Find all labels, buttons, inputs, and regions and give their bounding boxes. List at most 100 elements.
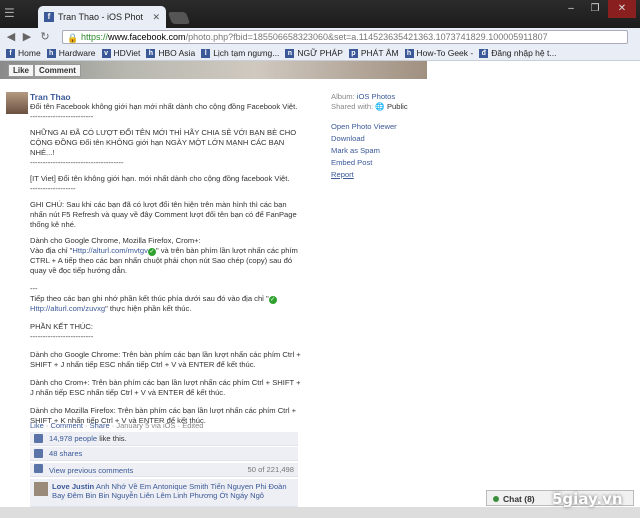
page-footer: [0, 507, 640, 518]
browser-tab[interactable]: f Tran Thao - iOS Phot ✕: [38, 6, 166, 28]
bookmark-label: Đăng nhập hệ t...: [491, 48, 557, 58]
post-author[interactable]: Tran Thao: [30, 92, 302, 102]
post-edited[interactable]: Edited: [182, 421, 203, 430]
tab-title: Tran Thao - iOS Phot: [58, 12, 144, 22]
browser-tabstrip: ☰ f Tran Thao - iOS Phot ✕ – ❐ ✕: [0, 0, 640, 28]
bookmark-icon: h: [46, 48, 56, 58]
sidebar-link[interactable]: Open Photo Viewer: [331, 122, 451, 132]
address-bar[interactable]: 🔒 https://www.facebook.com/photo.php?fbid…: [62, 30, 628, 44]
bookmark-label: Lịch tạm ngưng...: [213, 48, 280, 58]
post-line: Dành cho Google Chrome, Mozilla Firefox,…: [30, 236, 201, 245]
bookmark-item[interactable]: f Home: [6, 48, 41, 58]
post-end-chrome: Dành cho Google Chrome: Trên bàn phím cá…: [30, 350, 303, 369]
bookmark-icon: l: [201, 48, 211, 58]
post-date[interactable]: January 5 via iOS: [116, 421, 175, 430]
privacy-value[interactable]: Public: [387, 102, 408, 111]
sidebar-link[interactable]: Report: [331, 170, 451, 180]
author-avatar[interactable]: [6, 92, 28, 114]
bookmark-icon: v: [101, 48, 111, 58]
bookmark-item[interactable]: l Lịch tạm ngưng...: [201, 48, 279, 58]
browser-menu-icon[interactable]: ☰: [4, 6, 26, 22]
bookmark-item[interactable]: đ Đăng nhập hệ t...: [479, 48, 556, 58]
link-alturl-2[interactable]: Http://alturl.com/zuvxg: [30, 304, 105, 313]
bookmark-icon: n: [285, 48, 295, 58]
post-end-crom: Dành cho Crom+: Trên bàn phím các bạn lầ…: [30, 378, 303, 397]
post-text: Đổi tên Facebook không giới hạn mới nhất…: [30, 102, 302, 246]
post-line: Đổi tên Facebook không giới hạn mới nhất…: [30, 102, 298, 111]
post-line: -------------------------: [30, 112, 94, 121]
bookmark-icon: h: [146, 48, 156, 58]
album-link[interactable]: iOS Photos: [357, 92, 395, 101]
view-previous-comments-link[interactable]: View previous comments: [49, 466, 133, 475]
bookmark-item[interactable]: p PHÁT ÂM: [348, 48, 399, 58]
facebook-favicon-icon: f: [44, 12, 54, 22]
post-line: GHI CHÚ: Sau khi các bạn đã có lượt đổi …: [30, 200, 299, 229]
commenter-name[interactable]: Love Justin: [52, 482, 94, 491]
bookmark-label: HDViet: [113, 48, 141, 58]
shares-count[interactable]: 48 shares: [49, 449, 82, 458]
bookmark-icon: f: [6, 48, 15, 58]
watermark-logo: 5giay.vn: [552, 490, 623, 508]
bookmark-label: Home: [18, 48, 41, 58]
sidebar-link[interactable]: Embed Post: [331, 158, 451, 168]
post-like-link[interactable]: Like: [30, 421, 44, 430]
close-window-icon[interactable]: ✕: [608, 0, 636, 18]
post-separator: ---: [30, 284, 38, 293]
chat-label: Chat (8): [503, 494, 535, 504]
like-button[interactable]: Like: [8, 64, 35, 77]
globe-icon: 🌐: [375, 102, 385, 111]
photo-actions: Like Comment: [8, 64, 81, 77]
comment-bubble-icon: [34, 464, 43, 473]
bookmark-label: PHÁT ÂM: [360, 48, 399, 58]
bookmark-label: Hardware: [58, 48, 96, 58]
post-share-link[interactable]: Share: [90, 421, 110, 430]
sidebar-link[interactable]: Download: [331, 134, 451, 144]
bookmark-label: How-To Geek -: [416, 48, 474, 58]
post-line: ------------------: [30, 184, 76, 193]
minimize-icon[interactable]: –: [560, 0, 582, 18]
bookmark-item[interactable]: h How-To Geek -: [404, 48, 474, 58]
post-chrome-instruction: Vào địa chỉ "Http://alturl.com/mvtgv✓" v…: [30, 246, 300, 275]
bookmark-item[interactable]: n NGỮ PHÁP: [285, 48, 343, 58]
link-alturl-1[interactable]: Http://alturl.com/mvtgv: [72, 246, 148, 255]
comment-button[interactable]: Comment: [34, 64, 81, 77]
comment-count: 50 of 221,498: [247, 465, 294, 474]
sidebar-link[interactable]: Mark as Spam: [331, 146, 451, 156]
back-icon[interactable]: ◀: [4, 30, 18, 44]
reload-icon[interactable]: ↻: [38, 30, 52, 44]
url-scheme: https://: [81, 32, 109, 42]
bookmark-item[interactable]: h HBO Asia: [146, 48, 195, 58]
maximize-icon[interactable]: ❐: [584, 0, 606, 18]
post-body: Tran Thao Đổi tên Facebook không giới hạ…: [30, 92, 302, 426]
checkmark-icon: ✓: [268, 296, 277, 304]
post-end-separator: -------------------------: [30, 332, 94, 341]
bookmark-icon: p: [348, 48, 358, 58]
new-tab-button[interactable]: [167, 12, 191, 24]
comment-item: Love Justin Anh Nhớ Về Em Antonique Smit…: [30, 479, 298, 507]
checkmark-icon: ✓: [147, 248, 156, 256]
album-label: Album:: [331, 92, 355, 101]
post-comment-link[interactable]: Comment: [50, 421, 83, 430]
bookmark-item[interactable]: h Hardware: [46, 48, 96, 58]
browser-toolbar: ◀ ▶ ↻ 🔒 https://www.facebook.com/photo.ph…: [0, 28, 640, 47]
shares-row: 48 shares: [30, 447, 298, 461]
post-line: -------------------------------------: [30, 158, 124, 167]
post-line: [IT Viet] Đổi tên không giới hạn. mới nh…: [30, 174, 290, 183]
post-next-instruction: Tiếp theo các bạn ghi nhớ phần kết thúc …: [30, 294, 277, 313]
post-meta: Like · Comment · Share · January 5 via i…: [30, 421, 204, 430]
commenter-avatar[interactable]: [34, 482, 48, 496]
photo-sidebar: Album: iOS Photos Shared with: 🌐 Public …: [331, 92, 451, 182]
likes-count[interactable]: 14,978 people: [49, 434, 97, 443]
tab-close-icon[interactable]: ✕: [152, 12, 160, 23]
post-end-title: PHẦN KẾT THÚC:: [30, 322, 94, 331]
view-previous-row: View previous comments 50 of 221,498: [30, 463, 298, 477]
likes-row: 14,978 people like this.: [30, 432, 298, 446]
url-path: /photo.php?fbid=185506658323060&set=a.11…: [185, 32, 548, 42]
bookmark-icon: đ: [479, 48, 489, 58]
bookmark-item[interactable]: v HDViet: [101, 48, 141, 58]
bookmarks-bar: f Home h Hardware v HDViet h HBO Asia l Lịch tạm …: [0, 46, 640, 61]
bookmark-label: HBO Asia: [158, 48, 196, 58]
lock-icon: 🔒: [67, 33, 79, 43]
shared-with-label: Shared with:: [331, 102, 374, 111]
forward-icon[interactable]: ▶: [20, 30, 34, 44]
